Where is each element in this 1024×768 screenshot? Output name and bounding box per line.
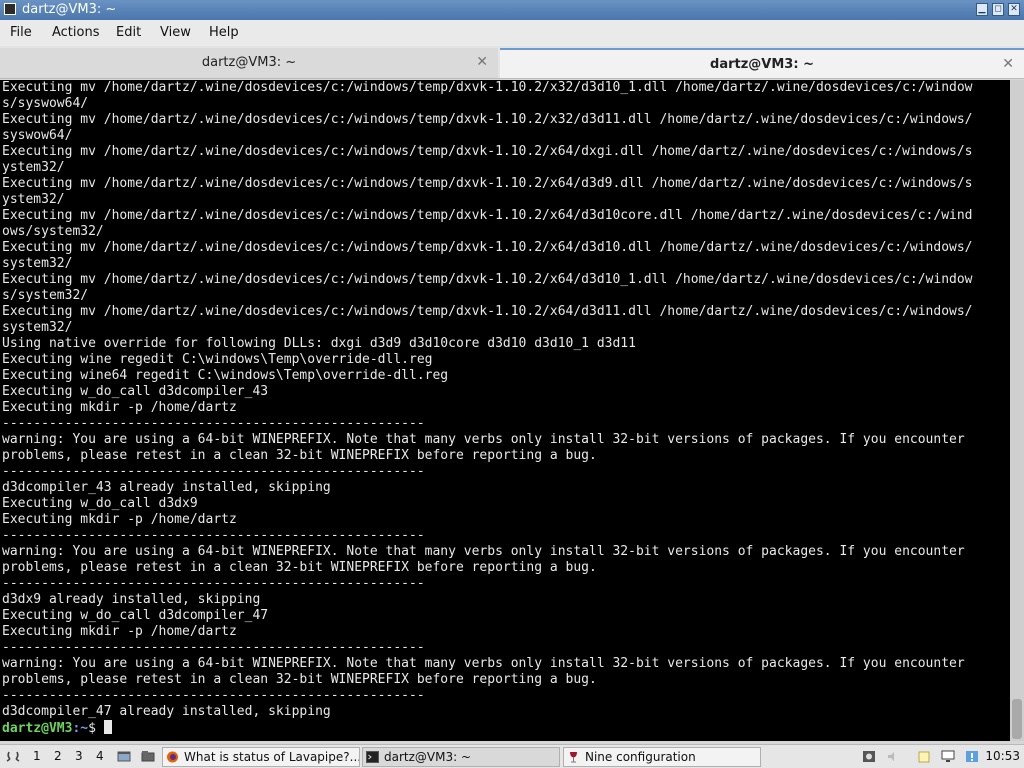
terminal-line: Executing mkdir -p /home/dartz — [2, 400, 237, 415]
terminal-line: Using native override for following DLLs… — [2, 336, 636, 351]
terminal-line: ----------------------------------------… — [2, 416, 425, 431]
scrollbar-thumb[interactable] — [1012, 699, 1022, 739]
text-cursor — [103, 720, 112, 734]
menu-file[interactable]: File — [10, 25, 32, 41]
terminal-line: ----------------------------------------… — [2, 528, 425, 543]
terminal-line: problems, please retest in a clean 32-bi… — [2, 448, 597, 463]
terminal-line: problems, please retest in a clean 32-bi… — [2, 560, 597, 575]
terminal-line: s/syswow64/ — [2, 96, 89, 111]
workspace-4[interactable]: 4 — [96, 749, 104, 763]
terminal-line: ----------------------------------------… — [2, 688, 425, 703]
terminal-line: ystem32/ — [2, 160, 65, 175]
task-terminal[interactable]: dartz@VM3: ~ — [362, 747, 560, 767]
show-desktop-icon[interactable] — [117, 750, 131, 763]
prompt-path: :~ — [72, 721, 89, 736]
terminal-line: warning: You are using a 64-bit WINEPREF… — [2, 656, 965, 671]
terminal-icon — [366, 751, 379, 763]
terminal-scrollbar[interactable] — [1010, 80, 1024, 741]
terminal-line: ----------------------------------------… — [2, 576, 425, 591]
task-label: What is status of Lavapipe?... — [184, 750, 360, 764]
system-monitor-icon[interactable] — [862, 750, 876, 763]
window-titlebar[interactable]: dartz@VM3: ~ ▁ ◻ ✕ — [0, 0, 1024, 20]
display-icon[interactable] — [941, 750, 955, 763]
task-nine-configuration[interactable]: Nine configuration — [563, 747, 761, 767]
terminal-line: ows/system32/ — [2, 224, 104, 239]
terminal-line: d3dcompiler_43 already installed, skippi… — [2, 480, 331, 495]
tab-close-icon[interactable]: ✕ — [1002, 56, 1014, 72]
tab-label: dartz@VM3: ~ — [201, 55, 297, 70]
terminal-line: d3dcompiler_47 already installed, skippi… — [2, 704, 331, 719]
terminal-line: Executing mv /home/dartz/.wine/dosdevice… — [2, 144, 973, 159]
terminal-line: Executing wine regedit C:\windows\Temp\o… — [2, 352, 433, 367]
terminal-line: Executing w_do_call d3dcompiler_43 — [2, 384, 269, 399]
terminal-line: warning: You are using a 64-bit WINEPREF… — [2, 432, 965, 447]
terminal-line: Executing mv /home/dartz/.wine/dosdevice… — [2, 80, 973, 95]
workspace-3[interactable]: 3 — [75, 749, 83, 763]
tab-bar: dartz@VM3: ~ ✕ dartz@VM3: ~ ✕ — [0, 46, 1024, 79]
prompt-user: dartz@VM3 — [2, 721, 73, 736]
close-icon[interactable]: ✕ — [1008, 3, 1020, 16]
prompt-symbol: $ — [88, 721, 104, 736]
task-label: dartz@VM3: ~ — [384, 750, 472, 764]
terminal-line: d3dx9 already installed, skipping — [2, 592, 261, 607]
task-label: Nine configuration — [585, 750, 696, 764]
terminal-line: system32/ — [2, 256, 73, 271]
terminal-line: system32/ — [2, 320, 73, 335]
terminal-line: s/system32/ — [2, 288, 89, 303]
clipboard-icon[interactable] — [917, 750, 931, 763]
terminal-line: problems, please retest in a clean 32-bi… — [2, 672, 597, 687]
terminal-line: Executing mv /home/dartz/.wine/dosdevice… — [2, 304, 973, 319]
minimize-icon[interactable]: ▁ — [976, 3, 988, 16]
terminal-line: Executing mv /home/dartz/.wine/dosdevice… — [2, 176, 973, 191]
terminal-prompt[interactable]: dartz@VM3:~$ — [0, 720, 1010, 736]
volume-icon[interactable] — [886, 750, 900, 763]
menu-view[interactable]: View — [160, 25, 191, 41]
terminal-line: ----------------------------------------… — [2, 464, 425, 479]
notification-icon[interactable] — [965, 750, 979, 763]
firefox-icon — [167, 751, 178, 763]
terminal-line: Executing mv /home/dartz/.wine/dosdevice… — [2, 240, 973, 255]
window-title: dartz@VM3: ~ — [22, 2, 117, 17]
menu-actions[interactable]: Actions — [52, 25, 100, 41]
maximize-icon[interactable]: ◻ — [992, 3, 1004, 16]
tab-terminal-1[interactable]: dartz@VM3: ~ ✕ — [0, 48, 498, 78]
tab-terminal-2[interactable]: dartz@VM3: ~ ✕ — [500, 48, 1024, 78]
terminal-line: Executing w_do_call d3dcompiler_47 — [2, 608, 269, 623]
tab-close-icon[interactable]: ✕ — [476, 54, 488, 70]
menu-help[interactable]: Help — [209, 25, 239, 41]
taskbar: 1 2 3 4 What is status of Lavapipe?... d… — [0, 744, 1024, 768]
terminal-line: ystem32/ — [2, 192, 65, 207]
workspace-1[interactable]: 1 — [33, 749, 41, 763]
wine-icon — [570, 752, 577, 763]
terminal-line: Executing mv /home/dartz/.wine/dosdevice… — [2, 208, 973, 223]
file-manager-icon[interactable] — [141, 750, 155, 763]
taskbar-clock[interactable]: 10:53 — [985, 749, 1020, 763]
menu-bar: File Actions Edit View Help — [0, 20, 1024, 46]
terminal-line: syswow64/ — [2, 128, 73, 143]
terminal-line: Executing mkdir -p /home/dartz — [2, 624, 237, 639]
terminal-line: Executing wine64 regedit C:\windows\Temp… — [2, 368, 449, 383]
terminal-output[interactable]: Executing mv /home/dartz/.wine/dosdevice… — [0, 80, 1010, 741]
task-firefox[interactable]: What is status of Lavapipe?... — [162, 747, 360, 767]
terminal-line: Executing mkdir -p /home/dartz — [2, 512, 237, 527]
terminal-line: Executing w_do_call d3dx9 — [2, 496, 198, 511]
terminal-line: Executing mv /home/dartz/.wine/dosdevice… — [2, 112, 973, 127]
terminal-line: Executing mv /home/dartz/.wine/dosdevice… — [2, 272, 973, 287]
menu-edit[interactable]: Edit — [116, 25, 141, 41]
menu-launcher-icon[interactable] — [6, 750, 20, 763]
workspace-2[interactable]: 2 — [54, 749, 62, 763]
terminal-app-icon[interactable] — [4, 3, 16, 15]
terminal-line: ----------------------------------------… — [2, 640, 425, 655]
terminal-line: warning: You are using a 64-bit WINEPREF… — [2, 544, 965, 559]
tab-label: dartz@VM3: ~ — [710, 57, 814, 72]
